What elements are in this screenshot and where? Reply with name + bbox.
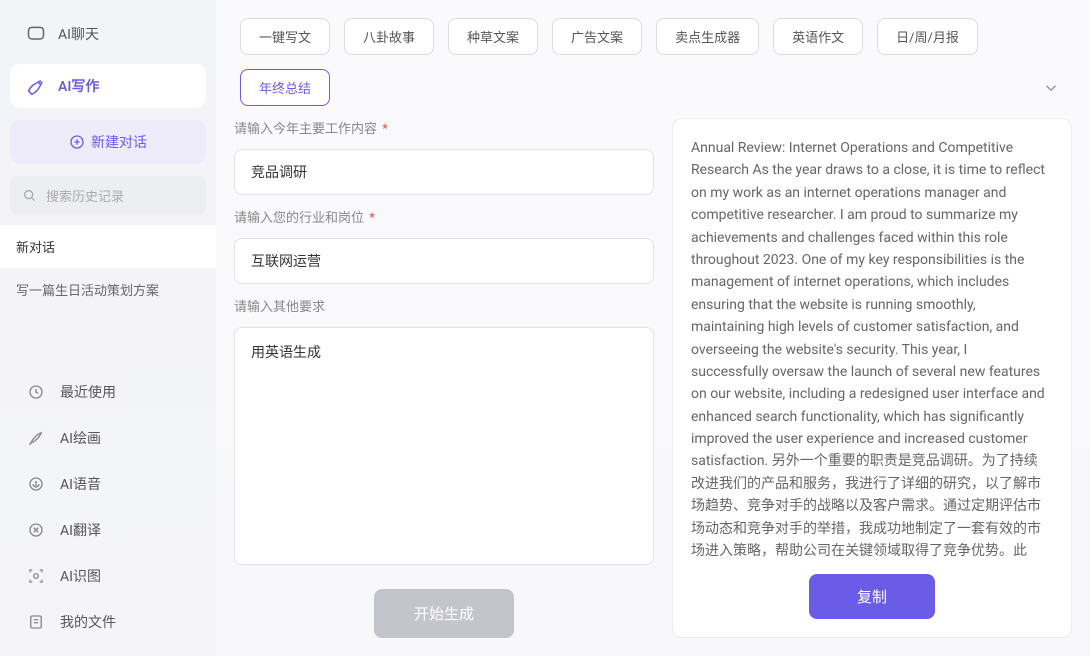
tool-translate[interactable]: AI翻译: [10, 508, 206, 552]
nav-ai-chat[interactable]: AI聊天: [10, 12, 206, 56]
chat-icon: [26, 24, 46, 44]
nav-label: AI写作: [58, 76, 99, 96]
clock-icon: [26, 382, 46, 402]
copy-button[interactable]: 复制: [809, 574, 935, 619]
history-item[interactable]: 新对话: [0, 225, 216, 268]
main-content: 一键写文 八卦故事 种草文案 广告文案 卖点生成器 英语作文 日/周/月报 年终…: [216, 0, 1090, 656]
work-content-input[interactable]: [234, 149, 654, 195]
tool-label: AI绘画: [60, 428, 101, 448]
search-input[interactable]: 搜索历史记录: [10, 176, 206, 215]
audio-icon: [26, 474, 46, 494]
search-icon: [22, 188, 38, 204]
tool-draw[interactable]: AI绘画: [10, 416, 206, 460]
field-label-other: 请输入其他要求: [234, 296, 654, 315]
template-tabs: 一键写文 八卦故事 种草文案 广告文案 卖点生成器 英语作文 日/周/月报 年终…: [216, 0, 1090, 118]
nav-ai-write[interactable]: AI写作: [10, 64, 206, 108]
tab-ad[interactable]: 广告文案: [552, 18, 642, 55]
history-list: 新对话 写一篇生日活动策划方案: [0, 225, 216, 311]
field-label-work: 请输入今年主要工作内容 *: [234, 118, 654, 137]
new-chat-label: 新建对话: [91, 132, 147, 152]
tool-voice[interactable]: AI语音: [10, 462, 206, 506]
industry-input[interactable]: [234, 238, 654, 284]
tab-selling-point[interactable]: 卖点生成器: [656, 18, 759, 55]
other-requirements-textarea[interactable]: [234, 327, 654, 565]
form-panel: 请输入今年主要工作内容 * 请输入您的行业和岗位 * 请输入其他要求 开始生成: [234, 118, 654, 638]
tool-label: AI语音: [60, 474, 101, 494]
history-item[interactable]: 写一篇生日活动策划方案: [0, 268, 216, 311]
translate-icon: [26, 520, 46, 540]
brush-icon: [26, 428, 46, 448]
scan-icon: [26, 566, 46, 586]
tool-label: AI识图: [60, 566, 101, 586]
tool-recent[interactable]: 最近使用: [10, 370, 206, 414]
field-label-industry: 请输入您的行业和岗位 *: [234, 207, 654, 226]
sidebar: AI聊天 AI写作 新建对话 搜索历史记录 新对话 写一篇生日活动策划方案 最近…: [0, 0, 216, 656]
plus-circle-icon: [69, 134, 85, 150]
tool-label: 最近使用: [60, 382, 116, 402]
nav-label: AI聊天: [58, 24, 99, 44]
tool-label: 我的文件: [60, 612, 116, 632]
tab-report[interactable]: 日/周/月报: [877, 18, 978, 55]
tool-files[interactable]: 我的文件: [10, 600, 206, 644]
new-chat-button[interactable]: 新建对话: [10, 120, 206, 164]
generate-button[interactable]: 开始生成: [374, 589, 514, 638]
search-placeholder: 搜索历史记录: [46, 186, 124, 205]
tool-label: AI翻译: [60, 520, 101, 540]
tab-annual[interactable]: 年终总结: [240, 69, 330, 106]
tab-quick-write[interactable]: 一键写文: [240, 18, 330, 55]
tab-gossip[interactable]: 八卦故事: [344, 18, 434, 55]
tool-scan[interactable]: AI识图: [10, 554, 206, 598]
tab-english[interactable]: 英语作文: [773, 18, 863, 55]
write-icon: [26, 76, 46, 96]
file-icon: [26, 612, 46, 632]
output-text[interactable]: Annual Review: Internet Operations and C…: [691, 137, 1053, 558]
tab-planting[interactable]: 种草文案: [448, 18, 538, 55]
output-panel: Annual Review: Internet Operations and C…: [672, 118, 1072, 638]
chevron-down-icon[interactable]: [1036, 73, 1066, 103]
